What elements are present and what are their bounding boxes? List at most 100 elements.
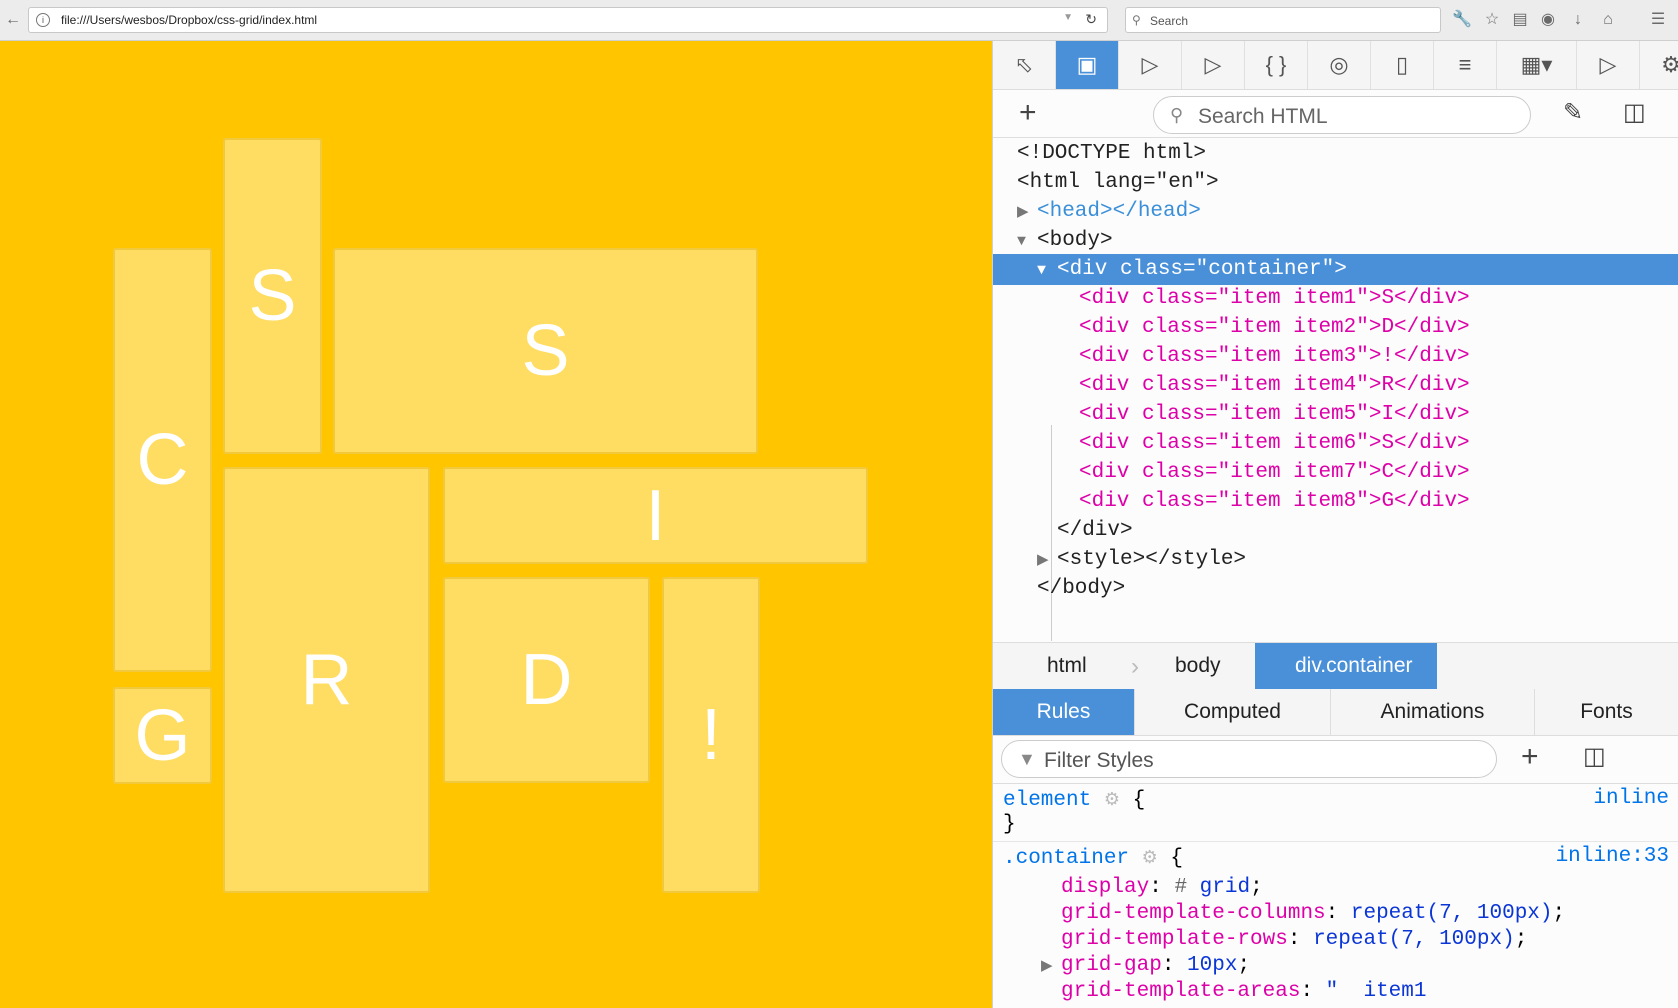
child-line-4[interactable]: <div class="item item4">R</div>: [993, 370, 1678, 401]
breadcrumb-html[interactable]: html: [1047, 643, 1087, 689]
collapse-triangle-icon[interactable]: ▼: [1017, 226, 1037, 257]
child-text-6: <div class="item item6">S</div>: [1079, 432, 1470, 455]
body-open-line[interactable]: ▼ <body>: [993, 225, 1678, 256]
declaration-display[interactable]: display: # grid;: [1061, 874, 1263, 901]
container-close-text: </div>: [1057, 519, 1133, 542]
child-text-7: <div class="item item7">C</div>: [1079, 461, 1470, 484]
container-open-text: <div class="container">: [1057, 258, 1347, 281]
reading-list-icon[interactable]: ▤: [1510, 10, 1530, 30]
pocket-icon[interactable]: ◉: [1538, 10, 1558, 30]
container-rule-header: .container ⚙ {: [1003, 845, 1183, 873]
open-brace: {: [1132, 789, 1146, 812]
home-icon[interactable]: ⌂: [1598, 10, 1618, 30]
style-line[interactable]: ▶ <style></style>: [993, 544, 1678, 575]
wrench-icon[interactable]: 🔧: [1452, 10, 1472, 30]
download-icon[interactable]: ↓: [1568, 10, 1588, 30]
child-line-2[interactable]: <div class="item item2">D</div>: [993, 312, 1678, 343]
dock-layout-icon[interactable]: ▦▾: [1497, 41, 1577, 89]
decl-prop: grid-template-columns: [1061, 902, 1326, 925]
expand-triangle-icon[interactable]: ▶: [1017, 197, 1037, 228]
tab-computed[interactable]: Computed: [1135, 689, 1331, 735]
container-close-line[interactable]: </div>: [993, 515, 1678, 546]
rule-gear-icon[interactable]: ⚙: [1142, 849, 1158, 869]
search-html-placeholder: Search HTML: [1198, 105, 1328, 128]
decl-value: grid: [1199, 876, 1251, 899]
grid-item-g: G: [113, 687, 212, 784]
filter-styles-placeholder: Filter Styles: [1044, 749, 1154, 772]
console-icon[interactable]: ▷: [1119, 41, 1182, 89]
devtools-panel: ⬁ ▣ ▷ ▷ { } ◎ ▯ ≡ ▦▾ ▷ ⚙ + ⚲ Search HTML…: [992, 41, 1678, 1008]
split-console-icon[interactable]: ▷: [1577, 41, 1640, 89]
head-line[interactable]: ▶ <head></head>: [993, 196, 1678, 227]
responsive-design-icon[interactable]: ▯: [1371, 41, 1434, 89]
dropdown-icon[interactable]: ▼: [1063, 12, 1073, 23]
node-screenshot-icon[interactable]: ◫: [1623, 98, 1646, 127]
html-open-line[interactable]: <html lang="en">: [993, 167, 1678, 198]
child-line-8[interactable]: <div class="item item8">G</div>: [993, 486, 1678, 517]
declaration-grid-template-columns[interactable]: grid-template-columns: repeat(7, 100px);: [1061, 900, 1565, 927]
tab-fonts[interactable]: Fonts: [1535, 689, 1678, 735]
add-rule-icon[interactable]: +: [1521, 740, 1539, 774]
bookmark-star-icon[interactable]: ☆: [1482, 10, 1502, 30]
debugger-icon[interactable]: ▷: [1182, 41, 1245, 89]
add-node-icon[interactable]: +: [1019, 96, 1037, 130]
decl-value: repeat(7, 100px): [1350, 902, 1553, 925]
devtools-tool-tabs: ⬁ ▣ ▷ ▷ { } ◎ ▯ ≡ ▦▾ ▷ ⚙: [993, 41, 1678, 90]
eyedropper-icon[interactable]: ✎: [1563, 98, 1583, 127]
element-selector[interactable]: element: [1003, 789, 1091, 812]
filter-bar: ▼ Filter Styles + ◫: [993, 736, 1678, 784]
decl-value: " item1: [1325, 980, 1427, 1003]
grid-item-i: I: [443, 467, 868, 564]
search-html-input[interactable]: ⚲ Search HTML: [1153, 96, 1531, 134]
collapse-triangle-icon[interactable]: ▼: [1037, 255, 1057, 286]
doctype-line[interactable]: <!DOCTYPE html>: [993, 138, 1678, 169]
breadcrumb: html › body div.container: [993, 642, 1678, 690]
breadcrumb-div-container[interactable]: div.container: [1255, 643, 1437, 689]
declaration-grid-template-areas[interactable]: grid-template-areas: " item1: [1061, 978, 1427, 1005]
style-editor-icon[interactable]: { }: [1245, 41, 1308, 89]
container-selector[interactable]: .container: [1003, 847, 1129, 870]
child-text-2: <div class="item item2">D</div>: [1079, 316, 1470, 339]
info-icon[interactable]: i: [36, 13, 50, 27]
grid-item-s-tall: S: [223, 138, 322, 454]
child-line-5[interactable]: <div class="item item5">I</div>: [993, 399, 1678, 430]
child-line-1[interactable]: <div class="item item1">S</div>: [993, 283, 1678, 314]
tab-rules[interactable]: Rules: [993, 689, 1135, 735]
expand-triangle-icon[interactable]: ▶: [1037, 545, 1057, 576]
decl-prop: grid-template-rows: [1061, 928, 1288, 951]
inspector-icon[interactable]: ▣: [1056, 41, 1119, 89]
page-viewport: C S S I R D ! G: [0, 41, 992, 1008]
child-line-3[interactable]: <div class="item item3">!</div>: [993, 341, 1678, 372]
element-rule-source[interactable]: inline: [1593, 787, 1669, 810]
container-line-selected[interactable]: ▼ <div class="container">: [993, 254, 1678, 285]
filter-styles-input[interactable]: ▼ Filter Styles: [1001, 740, 1497, 778]
browser-search-bar[interactable]: ⚲ Search: [1125, 7, 1441, 33]
container-rule-source[interactable]: inline:33: [1556, 845, 1669, 868]
html-open-text: <html lang="en">: [1017, 171, 1219, 194]
network-icon[interactable]: ≡: [1434, 41, 1497, 89]
pick-element-icon[interactable]: ⬁: [993, 41, 1056, 89]
performance-icon[interactable]: ◎: [1308, 41, 1371, 89]
url-bar[interactable]: i file:///Users/wesbos/Dropbox/css-grid/…: [28, 7, 1108, 33]
close-brace: }: [1003, 813, 1016, 836]
body-close-line[interactable]: </body>: [993, 573, 1678, 604]
menu-icon[interactable]: ☰: [1648, 10, 1668, 30]
grid-item-d: D: [443, 577, 650, 783]
child-line-6[interactable]: <div class="item item6">S</div>: [993, 428, 1678, 459]
declaration-grid-template-rows[interactable]: grid-template-rows: repeat(7, 100px);: [1061, 926, 1527, 953]
search-icon: ⚲: [1132, 13, 1141, 27]
expand-triangle-icon[interactable]: ▶: [1041, 953, 1061, 980]
pseudo-class-toggle-icon[interactable]: ◫: [1583, 742, 1606, 771]
reload-icon[interactable]: ↻: [1085, 11, 1097, 28]
back-arrow-icon[interactable]: ←: [3, 10, 23, 30]
breadcrumb-body[interactable]: body: [1175, 643, 1221, 689]
search-icon: ⚲: [1170, 105, 1184, 125]
grid-highlighter-icon[interactable]: #: [1174, 876, 1187, 899]
filter-icon: ▼: [1018, 749, 1036, 769]
tab-animations[interactable]: Animations: [1331, 689, 1535, 735]
rule-gear-icon[interactable]: ⚙: [1104, 791, 1120, 811]
child-line-7[interactable]: <div class="item item7">C</div>: [993, 457, 1678, 488]
declaration-grid-gap[interactable]: ▶ grid-gap: 10px;: [1041, 952, 1250, 980]
options-icon[interactable]: ⚙: [1640, 41, 1678, 89]
decl-prop: grid-template-areas: [1061, 980, 1301, 1003]
